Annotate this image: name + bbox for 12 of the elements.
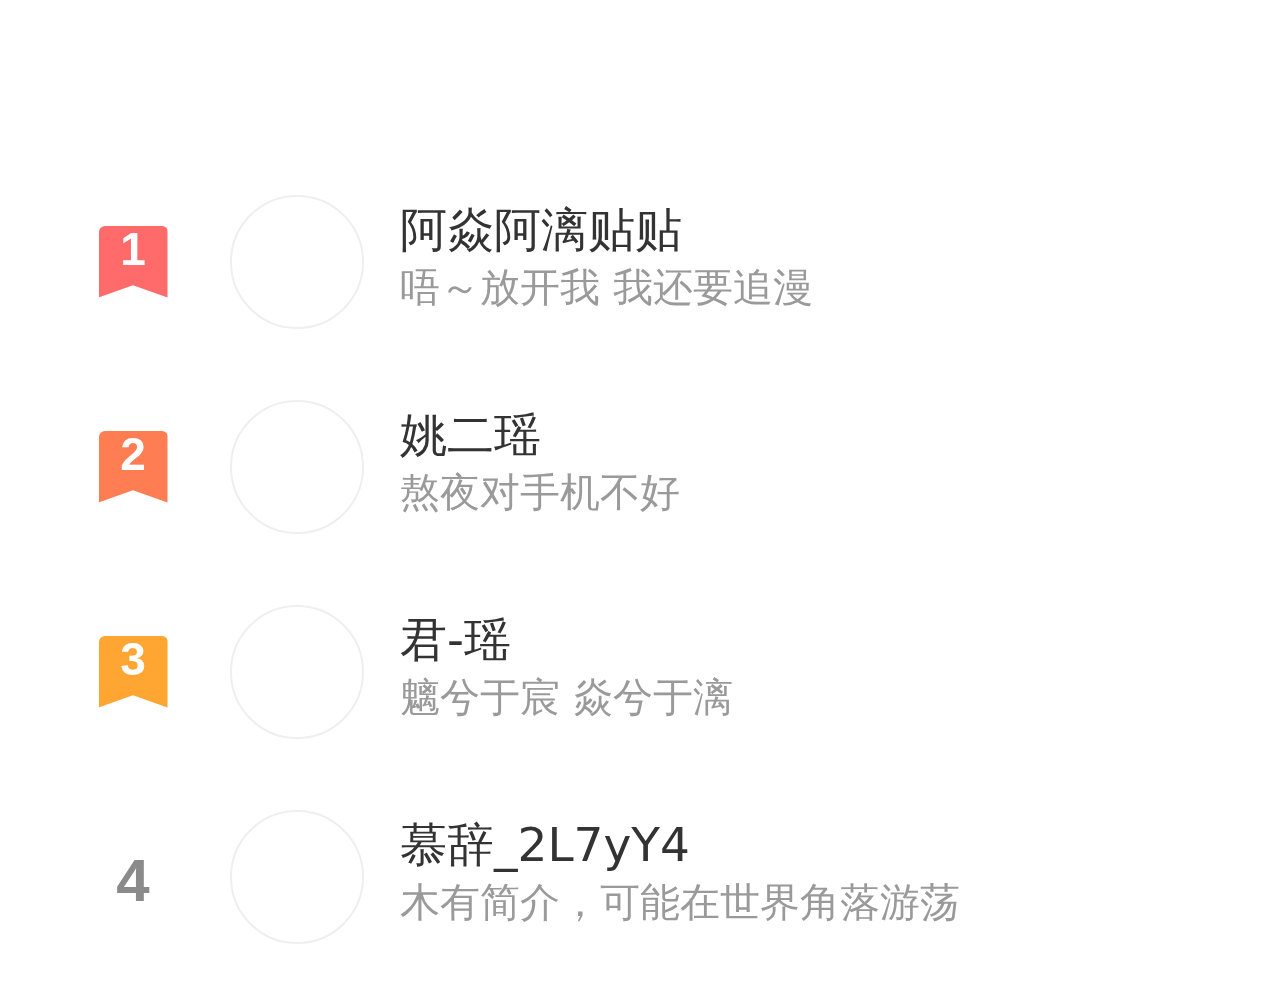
user-bio: 魑兮于宸 焱兮于漓 [400, 672, 734, 722]
user-name: 阿焱阿漓贴贴 [400, 200, 683, 259]
user-bio: 木有简介，可能在世界角落游荡 [400, 877, 961, 927]
rank-ribbon-badge: 2 [98, 430, 168, 503]
rank-number: 4 [116, 850, 150, 911]
user-name: 慕辞_2L7yY4 [400, 815, 691, 874]
user-bio: 熬夜对手机不好 [400, 467, 681, 517]
user-bio: 唔～放开我 我还要追漫 [400, 262, 814, 312]
rank-ribbon-badge: 3 [98, 635, 168, 708]
user-name: 君-瑶 [400, 610, 512, 669]
user-name: 姚二瑶 [400, 405, 542, 464]
rank-ribbon-badge: 1 [98, 225, 168, 298]
